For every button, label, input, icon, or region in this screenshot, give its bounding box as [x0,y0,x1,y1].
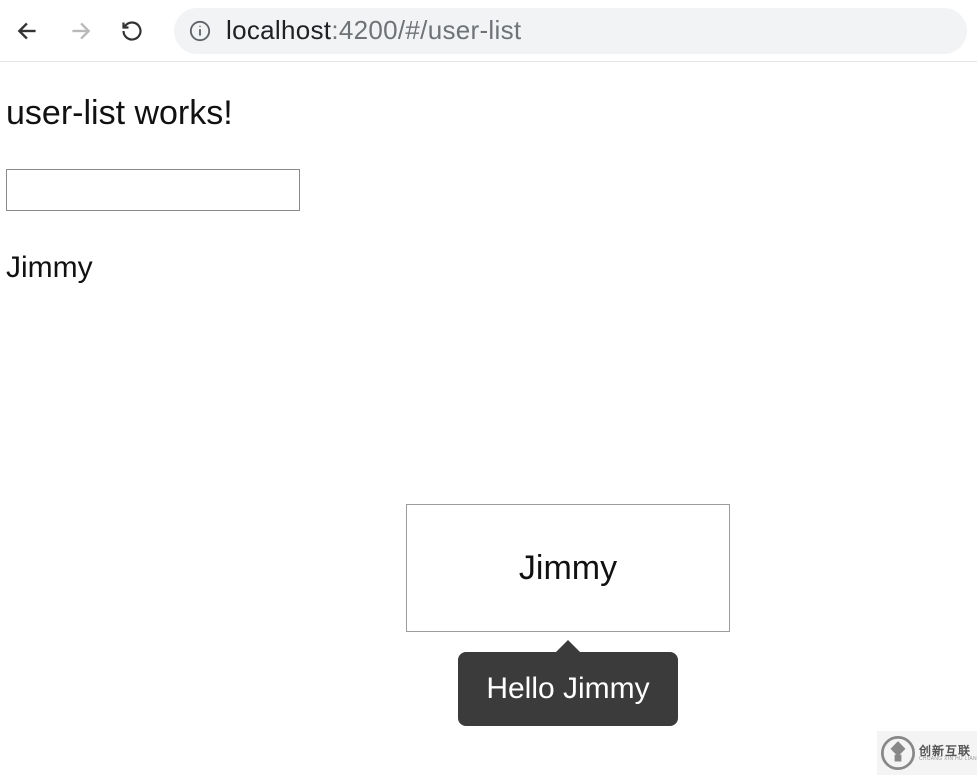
reload-icon [120,19,144,43]
info-icon [189,20,211,42]
arrow-left-icon [15,18,41,44]
site-info-button[interactable] [188,19,212,43]
back-button[interactable] [10,13,46,49]
url-text: localhost:4200/#/user-list [226,15,521,46]
forward-button[interactable] [62,13,98,49]
tooltip: Hello Jimmy [458,652,677,726]
address-bar[interactable]: localhost:4200/#/user-list [174,8,967,54]
url-path: :4200/#/user-list [331,15,521,45]
user-name-label: Jimmy [6,251,971,285]
arrow-right-icon [67,18,93,44]
user-card-container: Jimmy Hello Jimmy [406,504,730,726]
tooltip-text: Hello Jimmy [486,672,649,705]
watermark-icon [881,736,915,770]
user-card[interactable]: Jimmy [406,504,730,632]
user-name-input[interactable] [6,169,300,211]
watermark-logo: 创新互联 CHUANG XIN HU LIAN [877,731,977,775]
reload-button[interactable] [114,13,150,49]
user-card-title: Jimmy [519,549,617,588]
page-content: user-list works! Jimmy [0,62,977,285]
url-host: localhost [226,15,331,45]
browser-toolbar: localhost:4200/#/user-list [0,0,977,62]
watermark-en: CHUANG XIN HU LIAN [919,757,977,762]
watermark-cn: 创新互联 [919,745,977,757]
page-title: user-list works! [6,94,971,133]
